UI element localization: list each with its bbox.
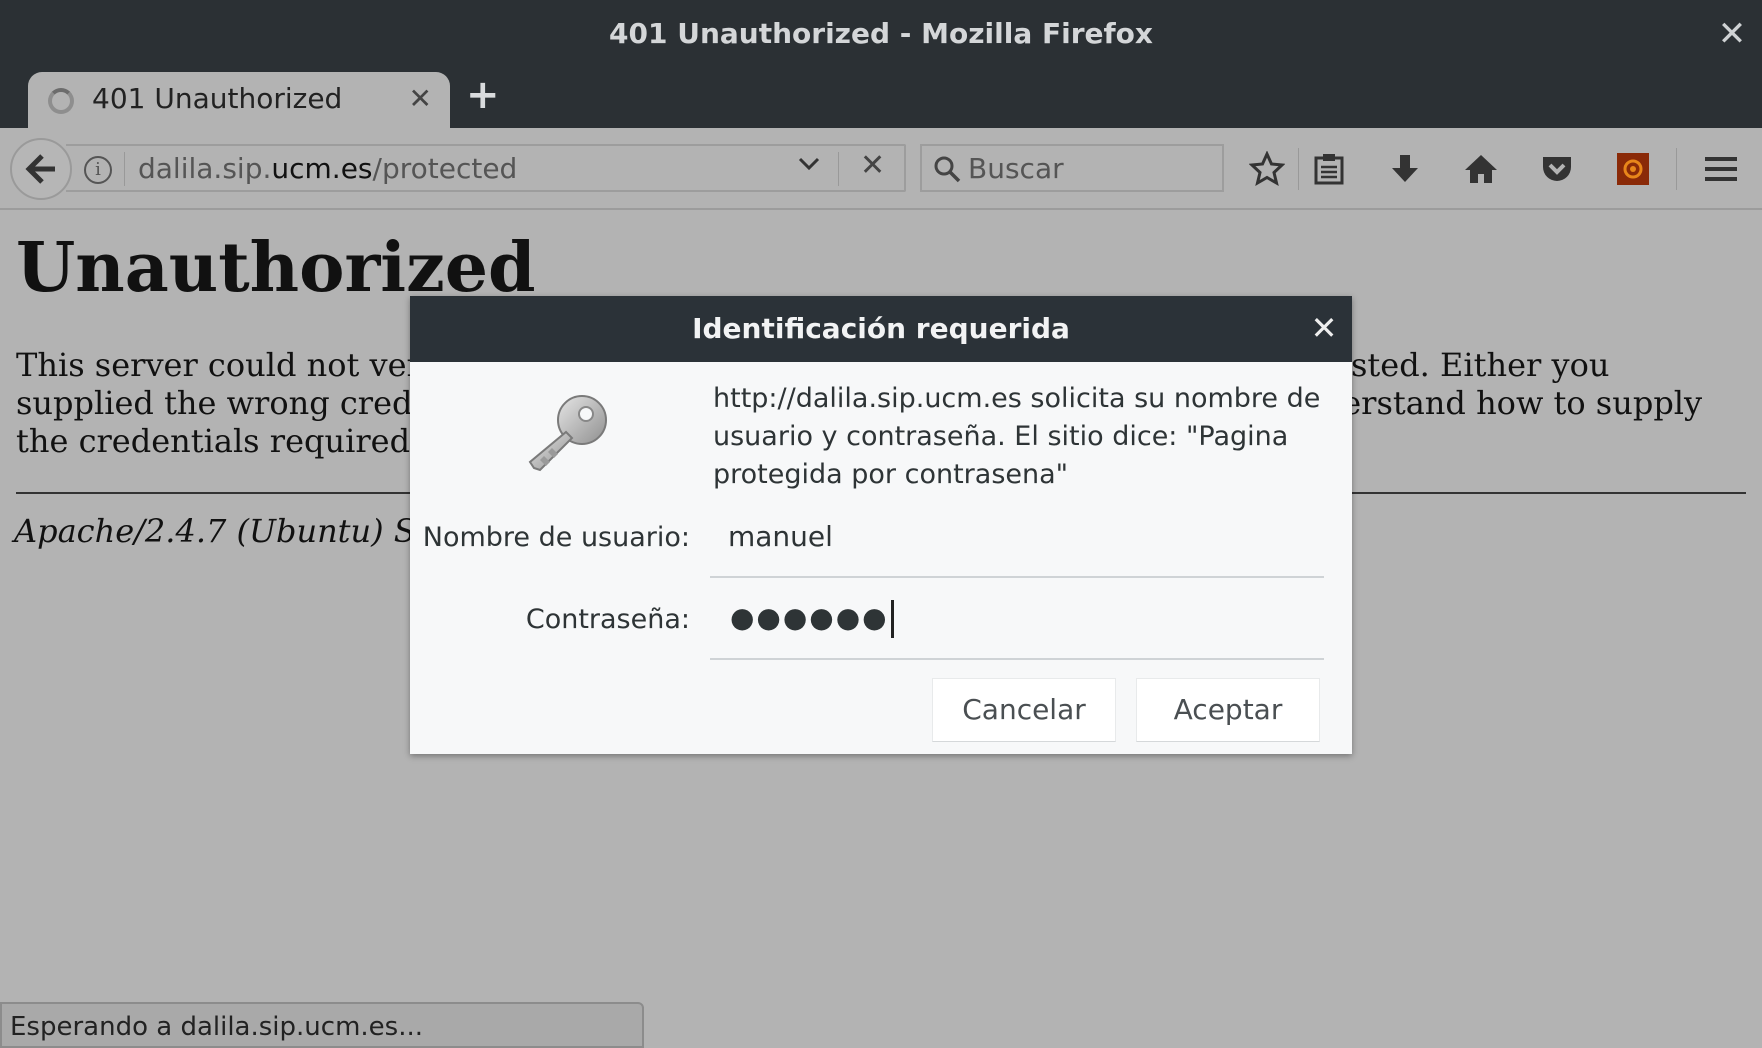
toolbar-divider (1676, 148, 1677, 190)
search-box[interactable]: Buscar (920, 144, 1224, 192)
auth-dialog: Identificación requerida ✕ http://dalila… (410, 296, 1352, 754)
menu-icon[interactable] (1698, 146, 1744, 192)
url-bar[interactable]: i dalila.sip.ucm.es/protected ✕ (66, 144, 906, 192)
window-titlebar: 401 Unauthorized - Mozilla Firefox ✕ (0, 0, 1762, 68)
navigation-toolbar: i dalila.sip.ucm.es/protected ✕ Buscar (0, 128, 1762, 210)
window-title: 401 Unauthorized - Mozilla Firefox (609, 17, 1153, 50)
dialog-message: http://dalila.sip.ucm.es solicita su nom… (713, 383, 1321, 490)
home-icon[interactable] (1458, 146, 1504, 192)
pocket-icon[interactable] (1534, 146, 1580, 192)
password-label: Contraseña: (525, 604, 690, 635)
new-tab-button[interactable]: + (466, 72, 500, 118)
dialog-header: Identificación requerida ✕ (410, 296, 1352, 362)
loading-spinner-icon (48, 88, 74, 114)
window-close-icon[interactable]: ✕ (1716, 17, 1748, 51)
status-text: Esperando a dalila.sip.ucm.es... (10, 1012, 423, 1042)
url-divider (124, 152, 125, 186)
url-text[interactable]: dalila.sip.ucm.es/protected (138, 152, 517, 185)
text-caret (890, 600, 894, 638)
cancel-button[interactable]: Cancelar (932, 678, 1116, 742)
username-field[interactable]: manuel (710, 506, 1324, 578)
site-info-icon[interactable]: i (84, 156, 112, 184)
dialog-title: Identificación requerida (692, 312, 1070, 345)
bookmark-star-icon[interactable] (1244, 146, 1290, 192)
dialog-close-icon[interactable]: ✕ (1308, 312, 1340, 344)
search-icon (934, 156, 961, 183)
password-field[interactable]: ●●●●●● (710, 584, 1324, 660)
stop-loading-icon[interactable]: ✕ (860, 148, 885, 183)
accept-button[interactable]: Aceptar (1136, 678, 1320, 742)
reading-list-icon[interactable] (1306, 146, 1352, 192)
search-placeholder: Buscar (968, 152, 1064, 185)
download-icon[interactable] (1382, 146, 1428, 192)
toolbar-divider (1298, 148, 1299, 190)
chevron-down-icon[interactable] (796, 150, 822, 183)
back-button[interactable] (10, 138, 72, 200)
tab-title: 401 Unauthorized (92, 82, 343, 115)
key-icon (528, 395, 607, 472)
status-bar: Esperando a dalila.sip.ucm.es... (0, 1002, 644, 1048)
url-divider (838, 152, 839, 186)
tab-strip: 401 Unauthorized ✕ + (0, 68, 1762, 128)
username-label: Nombre de usuario: (422, 522, 690, 553)
tab-401-unauthorized[interactable]: 401 Unauthorized ✕ (28, 72, 450, 128)
tab-close-icon[interactable]: ✕ (409, 82, 432, 115)
extension-icon[interactable] (1610, 146, 1656, 192)
